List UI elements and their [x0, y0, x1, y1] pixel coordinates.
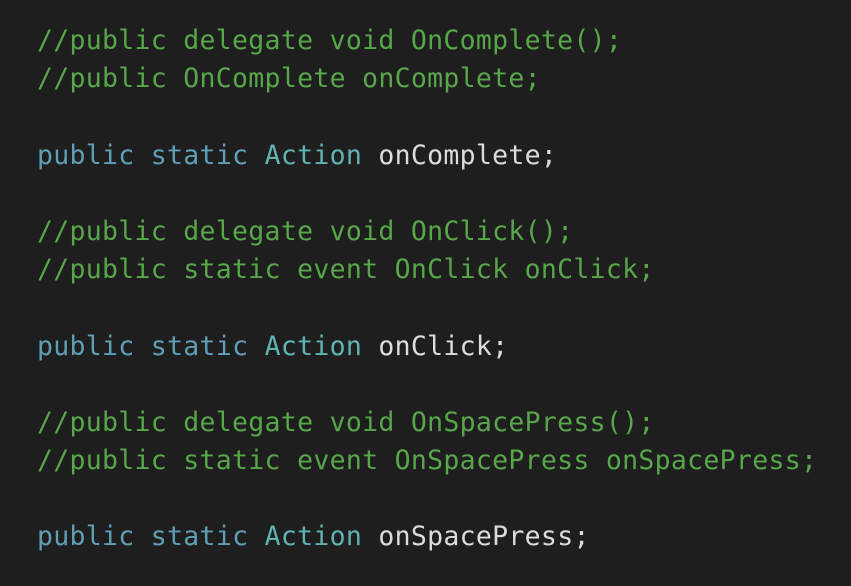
code-comment-line: //public delegate void OnComplete();: [37, 25, 623, 56]
code-comment-line: //public static event OnSpacePress onSpa…: [37, 445, 818, 477]
keyword-static: static: [150, 330, 249, 362]
identifier-onclick: onClick;: [378, 330, 509, 362]
keyword-public: public: [37, 521, 135, 553]
code-line-oncomplete: public static Action onComplete;: [37, 137, 851, 175]
code-comment-line: //public OnComplete onComplete;: [37, 63, 541, 95]
keyword-public: public: [37, 139, 135, 171]
type-action: Action: [264, 330, 363, 362]
code-comment-line: //public delegate void OnSpacePress();: [37, 406, 655, 438]
code-comment-line: //public static event OnClick onClick;: [37, 254, 655, 286]
code-editor[interactable]: //public delegate void OnComplete(); //p…: [0, 0, 851, 586]
keyword-static: static: [150, 521, 249, 553]
identifier-oncomplete: onComplete;: [378, 139, 558, 171]
code-line-onclick: public static Action onClick;: [37, 328, 851, 366]
keyword-public: public: [37, 330, 135, 362]
keyword-static: static: [150, 139, 249, 171]
type-action: Action: [264, 139, 363, 171]
identifier-onspacepress: onSpacePress;: [378, 521, 590, 553]
code-comment-line: //public delegate void OnClick();: [37, 215, 574, 247]
code-line-onspacepress: public static Action onSpacePress;: [37, 518, 851, 556]
type-action: Action: [264, 521, 363, 553]
